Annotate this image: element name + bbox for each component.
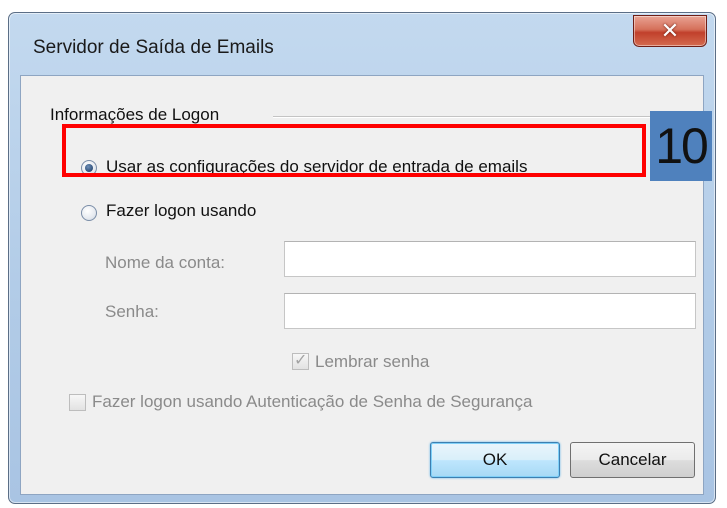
logon-using-radio[interactable]	[81, 205, 97, 221]
logon-info-group-label: Informações de Logon	[50, 105, 230, 125]
title-bar[interactable]: Servidor de Saída de Emails ✕	[9, 13, 715, 75]
password-input[interactable]	[284, 293, 696, 329]
ok-button[interactable]: OK	[430, 442, 560, 478]
step-highlight-box	[62, 124, 646, 177]
check-icon: ✓	[294, 350, 308, 369]
remember-password-label[interactable]: Lembrar senha	[315, 352, 429, 372]
password-label: Senha:	[105, 302, 159, 321]
spa-label[interactable]: Fazer logon usando Autenticação de Senha…	[92, 392, 532, 412]
close-icon: ✕	[660, 18, 680, 44]
dialog-window: Servidor de Saída de Emails ✕ Informaçõe…	[8, 12, 716, 504]
close-button[interactable]: ✕	[633, 15, 707, 47]
remember-password-checkbox[interactable]: ✓	[292, 350, 309, 370]
group-divider	[273, 116, 681, 118]
window-title: Servidor de Saída de Emails	[33, 37, 274, 58]
account-name-input[interactable]	[284, 241, 696, 277]
cancel-button[interactable]: Cancelar	[570, 442, 695, 478]
account-name-label: Nome da conta:	[105, 253, 226, 272]
logon-using-label[interactable]: Fazer logon usando	[106, 201, 256, 221]
step-number-badge: 10	[650, 111, 712, 181]
spa-checkbox[interactable]	[69, 394, 86, 411]
